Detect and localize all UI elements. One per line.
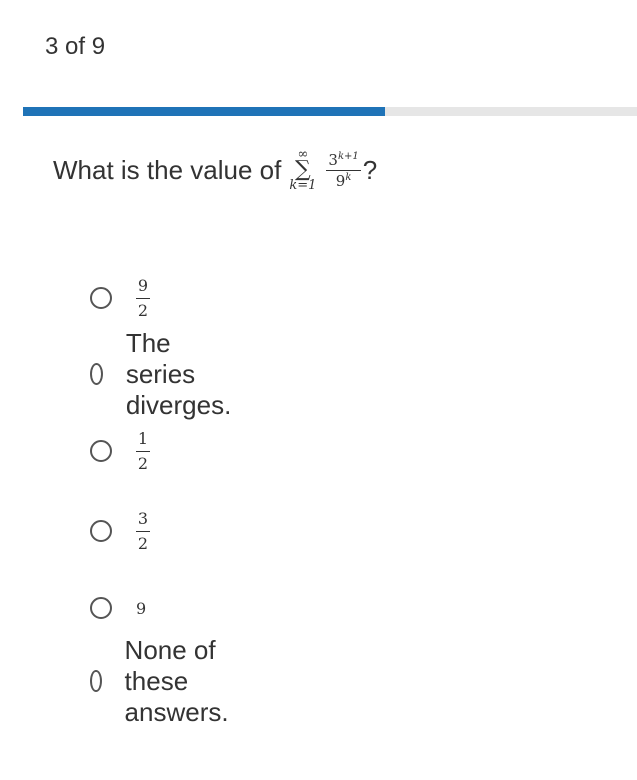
option-fraction: 3 2 (136, 508, 150, 553)
question-counter: 3 of 9 (45, 33, 106, 60)
progress-bar-fill (23, 107, 386, 116)
option-label: The series diverges. (125, 327, 232, 420)
question-fraction: 3k+1 9k (326, 150, 361, 191)
radio-button[interactable] (90, 287, 112, 309)
answer-option-1-over-2[interactable]: 1 2 (90, 423, 150, 479)
fraction-bar (136, 297, 150, 299)
option-fraction: 1 2 (136, 428, 150, 473)
answer-option-none[interactable]: None of these answers. (90, 635, 239, 727)
option-label: None of these answers. (124, 634, 229, 727)
fraction-denominator: 2 (137, 533, 149, 553)
radio-button[interactable] (90, 597, 112, 619)
answer-option-9[interactable]: 9 (90, 593, 146, 623)
radio-button[interactable] (90, 363, 103, 385)
question-prefix: What is the value of (53, 154, 282, 185)
answer-option-3-over-2[interactable]: 3 2 (90, 503, 150, 559)
fraction-denominator: 2 (137, 300, 149, 320)
question-mark: ? (362, 154, 378, 185)
fraction-numerator: 3k+1 (328, 150, 359, 169)
answer-option-diverges[interactable]: The series diverges. (90, 328, 241, 420)
sum-lower-limit: k=1 (289, 178, 317, 193)
summation: ∞ ∑ k=1 (289, 148, 316, 192)
fraction-numerator: 3 (137, 508, 149, 528)
fraction-bar (136, 530, 150, 532)
radio-button[interactable] (90, 440, 112, 462)
fraction-denominator: 9k (335, 171, 352, 190)
option-fraction: 9 2 (136, 275, 150, 320)
fraction-denominator: 2 (137, 453, 149, 473)
radio-button[interactable] (90, 670, 102, 692)
radio-button[interactable] (90, 520, 112, 542)
fraction-bar (136, 450, 150, 452)
fraction-numerator: 9 (137, 275, 149, 295)
progress-bar (23, 107, 637, 116)
sigma-symbol: ∑ (295, 157, 311, 182)
answer-option-9-over-2[interactable]: 9 2 (90, 270, 150, 326)
fraction-numerator: 1 (137, 428, 149, 448)
question-text: What is the value of ∞ ∑ k=1 3k+1 9k ? (53, 148, 377, 192)
option-label: 9 (136, 598, 147, 618)
